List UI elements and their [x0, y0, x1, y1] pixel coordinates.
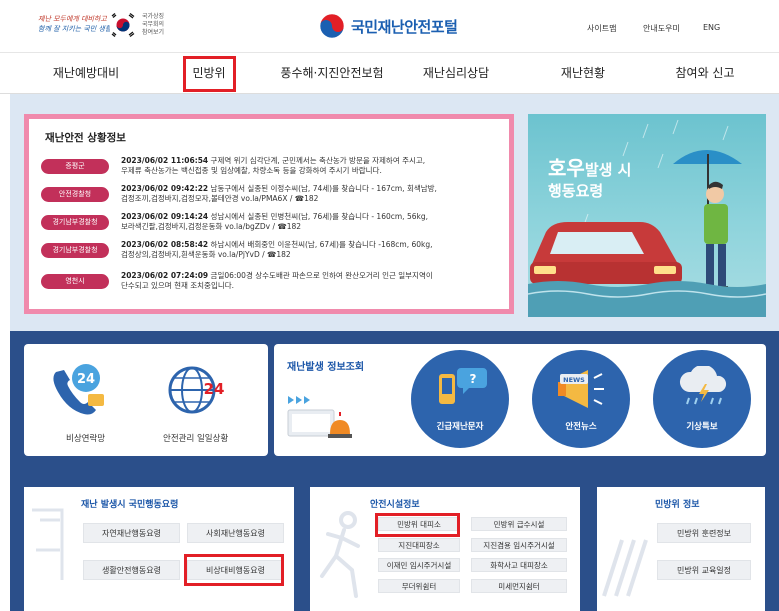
site-logo[interactable]: 국민재난안전포털 — [319, 12, 458, 40]
status-title: 재난안전 상황정보 — [45, 132, 126, 144]
status-item[interactable]: 안전경찰청 2023/06/02 09:42:22 남동구에서 실종된 이정수씨… — [41, 184, 506, 210]
action-guide-title: 재난 발생시 국민행동요령 — [81, 500, 179, 510]
heavy-rain-guide-banner[interactable]: 호우발생 시 행동요령 — [528, 114, 766, 317]
alert-monitor-icon — [287, 396, 352, 438]
nav-disaster-status[interactable]: 재난현황 — [561, 53, 605, 94]
nav-civil-defense[interactable]: 민방위 — [192, 53, 225, 94]
action-guide-deco-icon — [32, 508, 64, 580]
emergency-sms-icon: ? — [439, 368, 487, 404]
life-safety-guide-button[interactable]: 생활안전행동요령 — [83, 560, 180, 580]
chemical-shelter-button[interactable]: 화학사고 대피장소 — [471, 558, 567, 572]
social-disaster-guide-button[interactable]: 사회재난행동요령 — [187, 523, 284, 543]
nav-participation[interactable]: 참여와 신고 — [675, 53, 734, 94]
status-line-1: 구제역 위기 심각단계, 군민께서는 축산농가 방문을 자제하여 주시고, — [208, 156, 426, 165]
running-person-deco-icon — [320, 511, 360, 598]
emergency-sms-link[interactable]: ? 긴급재난문자 — [411, 350, 509, 448]
status-message: 2023/06/02 08:58:42 하남시에서 배회중인 이윤천씨(남, 6… — [121, 240, 501, 260]
nav-disaster-prevention[interactable]: 재난예방대비 — [53, 53, 119, 94]
civil-shelter-button[interactable]: 민방위 대피소 — [378, 517, 460, 531]
status-time: 2023/06/02 08:58:42 — [121, 240, 209, 249]
civil-water-supply-button[interactable]: 민방위 급수시설 — [471, 517, 567, 531]
globe-24-icon: 24 — [168, 366, 225, 414]
civil-defense-deco-icon — [602, 539, 648, 597]
svg-text:NEWS: NEWS — [563, 376, 585, 384]
nav-insurance[interactable]: 풍수해·지진안전보험 — [280, 53, 383, 94]
status-line-1: 금일06:00경 상수도배관 파손으로 인하여 완산오거리 인근 일부지역이 — [208, 271, 433, 280]
status-line-2: 검정상의,검정바지,흰색운동화 vo.la/PjYvD / ☎182 — [121, 250, 291, 259]
taegukgi-icon — [110, 12, 136, 38]
status-time: 2023/06/02 07:24:09 — [121, 271, 209, 280]
status-line-2: 검정조끼,검정바지,검정모자,볼테안경 vo.la/PMA6X / ☎182 — [121, 194, 319, 203]
status-line-1: 하남시에서 배회중인 이윤천씨(남, 67세)를 찾습니다 -168cm, 60… — [208, 240, 433, 249]
phone-24-icon: 24 — [53, 364, 104, 415]
status-badge: 안전경찰청 — [41, 187, 109, 202]
natural-disaster-guide-button[interactable]: 자연재난행동요령 — [83, 523, 180, 543]
status-message: 2023/06/02 11:06:54 구제역 위기 심각단계, 군민께서는 축… — [121, 156, 501, 176]
daily-safety-status-link[interactable]: 24 — [164, 360, 236, 424]
safety-news-link[interactable]: NEWS 안전뉴스 — [532, 350, 630, 448]
slogan-line-1: 재난 모두에게 대비하고 — [38, 15, 107, 23]
safety-news-label: 안전뉴스 — [565, 422, 597, 432]
status-item[interactable]: 영천시 2023/06/02 07:24:09 금일06:00경 상수도배관 파… — [41, 271, 506, 297]
weather-alert-link[interactable]: 기상특보 — [653, 350, 751, 448]
civil-training-info-button[interactable]: 민방위 훈련정보 — [657, 523, 751, 543]
svg-text:24: 24 — [204, 380, 225, 398]
svg-text:24: 24 — [77, 372, 95, 387]
status-time: 2023/06/02 09:42:22 — [121, 184, 209, 193]
status-message: 2023/06/02 09:42:22 남동구에서 실종된 이정수씨(남, 74… — [121, 184, 501, 204]
status-message: 2023/06/02 07:24:09 금일06:00경 상수도배관 파손으로 … — [121, 271, 501, 291]
civil-education-schedule-button[interactable]: 민방위 교육일정 — [657, 560, 751, 580]
fine-dust-shelter-button[interactable]: 미세먼지쉼터 — [471, 579, 567, 593]
site-emblem-icon — [319, 13, 345, 39]
status-time: 2023/06/02 11:06:54 — [121, 156, 209, 165]
earthquake-temp-housing-button[interactable]: 지진겸용 임시주거시설 — [471, 538, 567, 552]
status-badge: 영천시 — [41, 274, 109, 289]
site-title: 국민재난안전포털 — [351, 17, 458, 36]
status-badge: 경기남부경찰청 — [41, 243, 109, 258]
disaster-info-title: 재난발생 정보조회 — [287, 362, 365, 373]
guide-link[interactable]: 안내도우미 — [643, 23, 680, 34]
civil-defense-title: 민방위 정보 — [655, 500, 700, 510]
sub-logo[interactable]: 국가상징 국무회의 참여보기 — [142, 13, 182, 37]
sitemap-link[interactable]: 사이트맵 — [587, 23, 616, 34]
weather-alert-label: 기상특보 — [686, 422, 718, 432]
emergency-contact-label[interactable]: 비상연락망 — [66, 432, 105, 444]
flooded-car-illustration — [528, 119, 766, 317]
status-line-2: 보라색긴팔,검정바지,검정운동화 vo.la/bgZDv / ☎182 — [121, 222, 302, 231]
slogan-logo[interactable]: 재난 모두에게 대비하고 함께 잘 지키는 국민 생활 — [38, 14, 112, 36]
svg-text:?: ? — [470, 372, 477, 386]
top-header: 재난 모두에게 대비하고 함께 잘 지키는 국민 생활 국가상징 국무회의 참여… — [0, 0, 779, 52]
sub-logo-line-1: 국가상징 — [142, 13, 165, 20]
disaster-status-panel: 재난안전 상황정보 증평군 2023/06/02 11:06:54 구제역 위기… — [24, 114, 514, 314]
status-line-2: 우제류 축산농가는 백신접종 및 임상예찰, 차량소독 등을 강화하여 주시기 … — [121, 166, 382, 175]
sub-logo-line-2: 국무회의 — [142, 21, 165, 28]
main-navigation: 재난예방대비 민방위 풍수해·지진안전보험 재난심리상담 재난현황 참여와 신고 — [0, 52, 779, 94]
status-badge: 경기남부경찰청 — [41, 215, 109, 230]
status-item[interactable]: 경기남부경찰청 2023/06/02 08:58:42 하남시에서 배회중인 이… — [41, 240, 506, 266]
status-line-1: 남동구에서 실종된 이정수씨(남, 74세)를 찾습니다 - 167cm, 회색… — [208, 184, 437, 193]
english-link[interactable]: ENG — [703, 23, 720, 32]
status-item[interactable]: 경기남부경찰청 2023/06/02 09:14:24 성남시에서 실종된 민병… — [41, 212, 506, 238]
emergency-prep-guide-button[interactable]: 비상대비행동요령 — [187, 560, 284, 580]
status-time: 2023/06/02 09:14:24 — [121, 212, 209, 221]
slogan-line-2: 함께 잘 지키는 국민 생활 — [38, 25, 112, 33]
heat-shelter-button[interactable]: 무더위쉼터 — [378, 579, 460, 593]
earthquake-shelter-button[interactable]: 지진대피장소 — [378, 538, 460, 552]
daily-safety-status-label[interactable]: 안전관리 일일상황 — [163, 432, 228, 444]
emergency-sms-label: 긴급재난문자 — [436, 422, 484, 432]
facility-info-title: 안전시설정보 — [370, 500, 420, 510]
displaced-temp-housing-button[interactable]: 이재민 임시주거시설 — [378, 558, 460, 572]
status-line-1: 성남시에서 실종된 민병천씨(남, 76세)를 찾습니다 - 160cm, 56… — [208, 212, 428, 221]
emergency-contact-link[interactable]: 24 — [48, 362, 118, 426]
nav-counseling[interactable]: 재난심리상담 — [423, 53, 489, 94]
status-item[interactable]: 증평군 2023/06/02 11:06:54 구제역 위기 심각단계, 군민께… — [41, 156, 506, 182]
status-badge: 증평군 — [41, 159, 109, 174]
rain-cloud-icon — [680, 366, 727, 405]
status-line-2: 단수되고 있으며 현재 조치중입니다. — [121, 281, 235, 290]
megaphone-icon: NEWS — [558, 370, 604, 408]
sub-logo-line-3: 참여보기 — [142, 29, 165, 36]
status-message: 2023/06/02 09:14:24 성남시에서 실종된 민병천씨(남, 76… — [121, 212, 501, 232]
